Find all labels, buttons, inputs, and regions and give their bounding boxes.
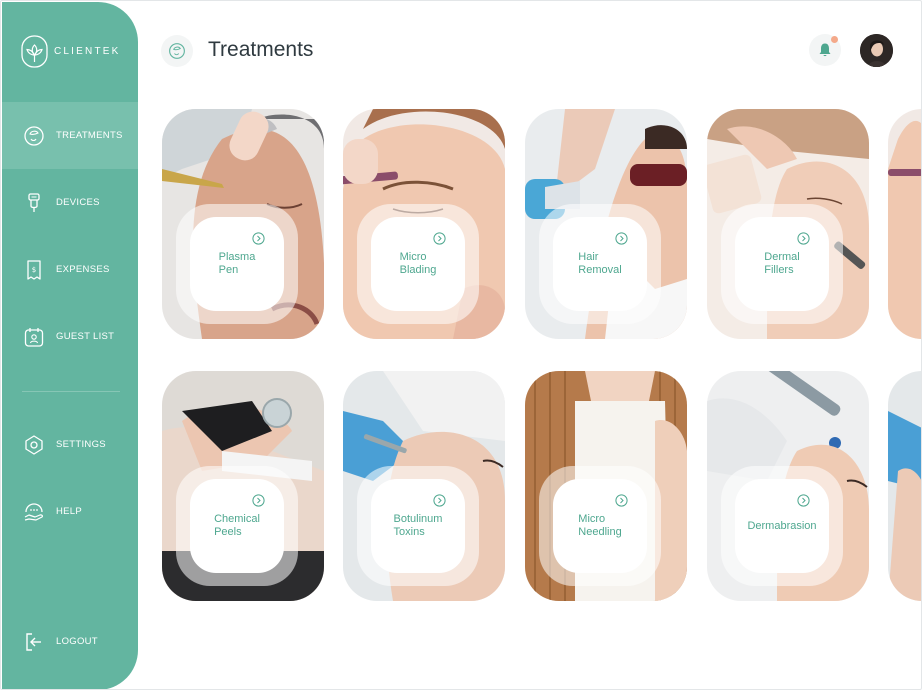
treatment-label: Botulinum Toxins: [393, 513, 443, 538]
treatment-card-partial[interactable]: [888, 109, 921, 339]
treatment-label: Chemical Peels: [214, 513, 260, 538]
sidebar-item-label: TREATMENTS: [56, 130, 123, 141]
device-icon: [22, 191, 46, 215]
treatment-card-plasma-pen[interactable]: Plasma Pen: [162, 109, 324, 339]
treatment-label: Micro Needling: [578, 513, 622, 538]
sidebar-item-guest-list[interactable]: GUEST LIST: [2, 303, 138, 370]
bell-icon: [819, 43, 831, 57]
lotus-logo-icon: [21, 35, 48, 68]
sidebar-item-label: DEVICES: [56, 197, 100, 208]
treatments-header-icon: [161, 35, 193, 67]
sidebar-item-expenses[interactable]: $ EXPENSES: [2, 236, 138, 303]
sidebar-item-help[interactable]: HELP: [2, 478, 138, 545]
partial-card-photo: [888, 109, 921, 339]
sidebar-divider: [22, 391, 120, 392]
treatment-card-partial[interactable]: [888, 371, 921, 601]
treatment-label: Micro Blading: [399, 251, 437, 276]
svg-text:$: $: [32, 266, 36, 274]
partial-card-photo: [888, 371, 921, 601]
brand-name: CLIENTEK: [54, 46, 121, 57]
avatar[interactable]: [860, 34, 893, 67]
sidebar: CLIENTEK TREATMENTS DEVICES $ EXPENSES G…: [2, 2, 138, 689]
sidebar-item-label: LOGOUT: [56, 636, 98, 647]
sidebar-item-label: SETTINGS: [56, 439, 106, 450]
help-hand-icon: [22, 500, 46, 524]
sidebar-item-settings[interactable]: SETTINGS: [2, 411, 138, 478]
face-icon: [22, 124, 46, 148]
calendar-user-icon: [22, 325, 46, 349]
app-frame: CLIENTEK TREATMENTS DEVICES $ EXPENSES G…: [0, 0, 922, 690]
treatment-label: Plasma Pen: [218, 251, 256, 276]
treatment-card-dermabrasion[interactable]: Dermabrasion: [707, 371, 869, 601]
sidebar-item-logout[interactable]: LOGOUT: [2, 608, 138, 675]
notification-dot: [831, 36, 838, 43]
settings-icon: [22, 433, 46, 457]
sidebar-item-label: HELP: [56, 506, 83, 517]
treatment-label: Hair Removal: [578, 251, 622, 276]
treatment-card-chemical-peels[interactable]: Chemical Peels: [162, 371, 324, 601]
treatment-label: Dermal Fillers: [764, 251, 800, 276]
sidebar-item-devices[interactable]: DEVICES: [2, 169, 138, 236]
treatment-card-micro-blading[interactable]: Micro Blading: [343, 109, 505, 339]
treatment-card-botulinum-toxins[interactable]: Botulinum Toxins: [343, 371, 505, 601]
sidebar-item-label: EXPENSES: [56, 264, 110, 275]
page-title: Treatments: [208, 38, 314, 61]
receipt-icon: $: [22, 258, 46, 282]
treatment-card-hair-removal[interactable]: Hair Removal: [525, 109, 687, 339]
logout-icon: [22, 630, 46, 654]
treatment-card-micro-needling[interactable]: Micro Needling: [525, 371, 687, 601]
treatment-label: Dermabrasion: [747, 519, 817, 532]
sidebar-item-label: GUEST LIST: [56, 331, 115, 342]
brand: CLIENTEK: [21, 35, 121, 68]
notifications-button[interactable]: [809, 34, 841, 66]
sidebar-item-treatments[interactable]: TREATMENTS: [2, 102, 138, 169]
treatment-card-dermal-fillers[interactable]: Dermal Fillers: [707, 109, 869, 339]
